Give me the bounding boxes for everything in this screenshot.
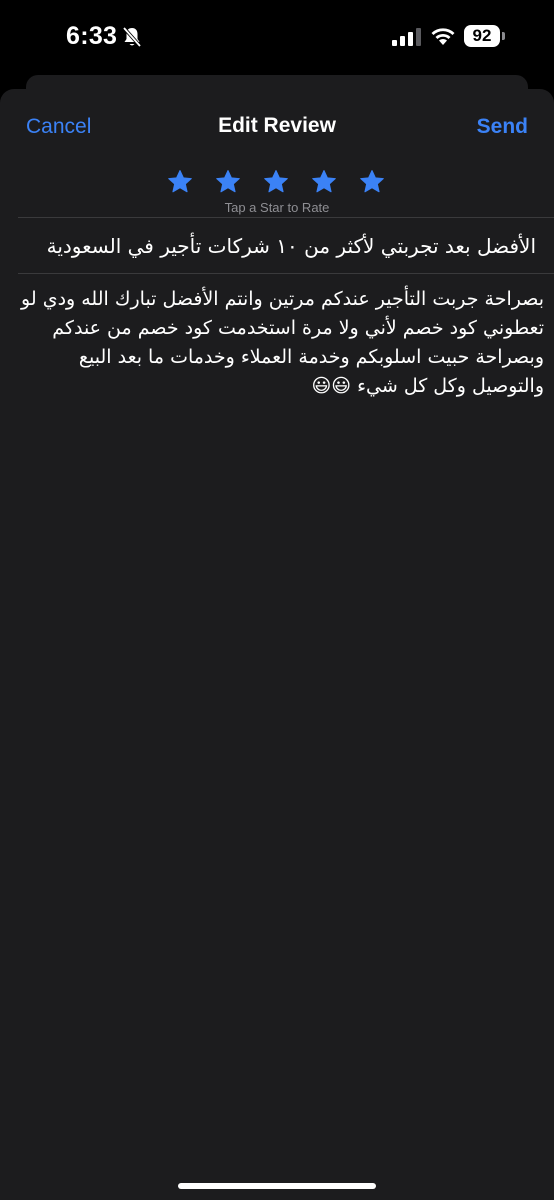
wifi-icon bbox=[430, 26, 456, 46]
rating-hint: Tap a Star to Rate bbox=[224, 200, 330, 215]
status-time: 6:33 bbox=[66, 22, 118, 50]
status-bar: 6:33 92 bbox=[0, 0, 554, 70]
bell-slash-icon bbox=[122, 26, 142, 48]
review-title-field[interactable]: الأفضل بعد تجربتي لأكثر من ١٠ شركات تأجي… bbox=[18, 219, 536, 273]
star-icon[interactable] bbox=[262, 169, 290, 195]
battery-icon: 92 bbox=[464, 25, 505, 47]
divider bbox=[18, 217, 554, 218]
home-indicator[interactable] bbox=[178, 1183, 376, 1189]
star-icon[interactable] bbox=[214, 169, 242, 195]
battery-tip bbox=[502, 32, 505, 40]
divider bbox=[18, 273, 554, 274]
battery-level: 92 bbox=[464, 25, 500, 47]
star-rating[interactable] bbox=[166, 169, 388, 195]
star-icon[interactable] bbox=[358, 169, 386, 195]
page-title: Edit Review bbox=[218, 114, 336, 137]
star-icon[interactable] bbox=[166, 169, 194, 195]
star-icon[interactable] bbox=[310, 169, 338, 195]
signal-icon bbox=[392, 28, 422, 46]
send-button[interactable]: Send bbox=[477, 115, 528, 139]
review-body-field[interactable]: بصراحة جربت التأجير عندكم مرتين وانتم ال… bbox=[18, 285, 544, 401]
edit-review-sheet: Cancel Edit Review Send Tap a Star to Ra… bbox=[0, 89, 554, 1200]
